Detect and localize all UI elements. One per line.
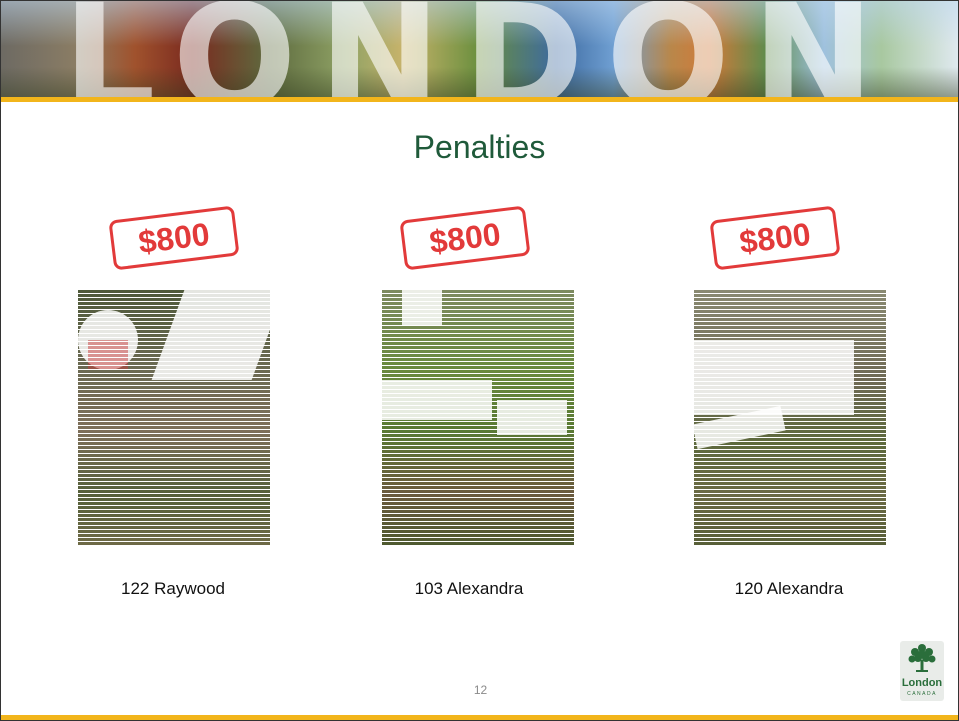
footer-accent-bar [1,715,958,720]
property-address: 103 Alexandra [414,579,524,598]
property-photo [78,290,270,545]
penalty-stamp: $800 [709,205,841,271]
penalty-stamp: $800 [399,205,531,271]
property-photo [694,290,886,545]
penalty-stamp: $800 [108,205,240,271]
city-logo: London CANADA [900,641,944,701]
property-photo [382,290,574,545]
logo-country: CANADA [907,691,937,697]
page-number: 12 [473,683,488,697]
logo-wordmark: London [901,677,943,689]
slide: LONDON Penalties $800 122 Raywood $800 1… [0,0,959,721]
tree-icon [908,644,936,672]
slide-title: Penalties [413,129,546,165]
header-banner-image: LONDON [1,1,958,97]
property-address: 122 Raywood [121,579,225,598]
banner-accent-bar [1,97,958,102]
banner-word: LONDON [62,1,897,97]
property-address: 120 Alexandra [734,579,844,598]
